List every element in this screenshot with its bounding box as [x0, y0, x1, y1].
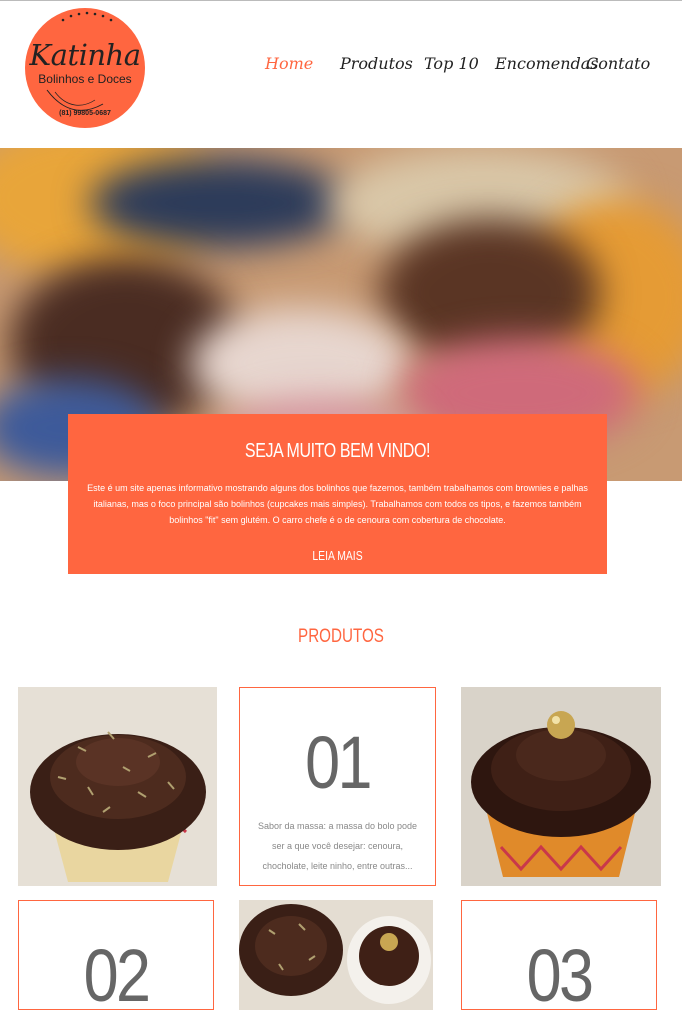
nav-encomendas[interactable]: Encomendas [495, 54, 599, 73]
top-border [0, 0, 682, 1]
product-photo-2[interactable] [461, 687, 661, 886]
product-number: 03 [526, 934, 594, 1010]
product-card-1[interactable]: 01 Sabor da massa: a massa do bolo pode … [239, 687, 436, 886]
nav-top-10[interactable]: Top 10 [424, 54, 479, 73]
welcome-text: Este é um site apenas informativo mostra… [87, 483, 588, 525]
nav-contato[interactable]: Contato [586, 54, 650, 73]
welcome-title: SEJA MUITO BEM VINDO! [244, 440, 431, 462]
product-number: 01 [305, 721, 372, 804]
product-photo-3[interactable] [239, 900, 433, 1010]
nav-produtos[interactable]: Produtos [340, 54, 413, 73]
main-nav: Home Produtos Top 10 Encomendas Contato [0, 54, 682, 80]
read-more-link[interactable]: LEIA MAIS [122, 548, 553, 563]
welcome-box: SEJA MUITO BEM VINDO! Este é um site ape… [68, 414, 607, 574]
logo-phone: (81) 99805-0687 [59, 110, 111, 117]
product-photo-1[interactable] [18, 687, 217, 886]
product-description: Sabor da massa: a massa do bolo pode ser… [257, 821, 418, 871]
product-card-2[interactable]: 02 [18, 900, 214, 1010]
nav-home[interactable]: Home [265, 54, 313, 73]
product-card-3[interactable]: 03 [461, 900, 657, 1010]
cupcake-sprinkles-image [18, 687, 217, 886]
two-cupcakes-image [239, 900, 433, 1010]
products-title: PRODUTOS [298, 626, 384, 647]
product-number: 02 [83, 934, 151, 1010]
cupcake-gold-ball-image [461, 687, 661, 886]
